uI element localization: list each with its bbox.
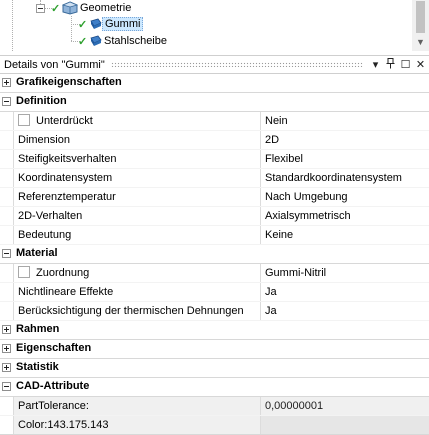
expand-icon[interactable] bbox=[2, 78, 11, 87]
property-name: Steifigkeitsverhalten bbox=[13, 150, 261, 168]
tree-connector bbox=[71, 16, 72, 41]
expand-icon[interactable] bbox=[2, 363, 11, 372]
property-name: Zuordnung bbox=[13, 264, 261, 282]
tree-node-geometrie[interactable]: ✓ Geometrie bbox=[51, 0, 133, 16]
panel-drag-grip[interactable] bbox=[110, 62, 363, 67]
property-row-nichtlineare-effekte[interactable]: Nichtlineare Effekte Ja bbox=[0, 283, 429, 302]
geometry-icon bbox=[62, 1, 78, 15]
property-value[interactable]: Standardkoordinatensystem bbox=[261, 169, 429, 187]
scrollbar-thumb[interactable] bbox=[416, 1, 425, 33]
property-value[interactable]: Axialsymmetrisch bbox=[261, 207, 429, 225]
property-name: Unterdrückt bbox=[13, 112, 261, 130]
close-icon[interactable]: ✕ bbox=[414, 58, 427, 71]
property-row-koordinatensystem[interactable]: Koordinatensystem Standardkoordinatensys… bbox=[0, 169, 429, 188]
property-value[interactable]: Ja bbox=[261, 302, 429, 320]
property-value[interactable]: Gummi-Nitril bbox=[261, 264, 429, 282]
property-name: Nichtlineare Effekte bbox=[13, 283, 261, 301]
geometry-tree: ✓ Geometrie ✓ Gummi ✓ Stahlscheibe ▼ bbox=[0, 0, 429, 51]
details-property-grid: Grafikeigenschaften Definition Unterdrüc… bbox=[0, 74, 429, 435]
category-label: Material bbox=[16, 247, 58, 259]
tree-node-label: Geometrie bbox=[80, 2, 132, 14]
category-label: Grafikeigenschaften bbox=[16, 76, 122, 88]
category-material[interactable]: Material bbox=[0, 245, 429, 264]
property-value[interactable]: Ja bbox=[261, 283, 429, 301]
property-name: PartTolerance: bbox=[13, 397, 261, 415]
property-row-thermische-dehnungen[interactable]: Berücksichtigung der thermischen Dehnung… bbox=[0, 302, 429, 321]
category-definition[interactable]: Definition bbox=[0, 93, 429, 112]
category-label: Rahmen bbox=[16, 323, 60, 335]
parameter-checkbox[interactable] bbox=[18, 114, 30, 126]
category-label: Statistik bbox=[16, 361, 59, 373]
tree-connector bbox=[12, 0, 13, 51]
collapse-icon[interactable] bbox=[2, 97, 11, 106]
parameter-checkbox[interactable] bbox=[18, 266, 30, 278]
property-row-bedeutung[interactable]: Bedeutung Keine bbox=[0, 226, 429, 245]
category-label: Eigenschaften bbox=[16, 342, 92, 354]
property-value: 0,00000001 bbox=[261, 397, 429, 415]
property-value[interactable]: Flexibel bbox=[261, 150, 429, 168]
check-icon: ✓ bbox=[78, 18, 88, 31]
property-name: Dimension bbox=[13, 131, 261, 149]
property-value[interactable]: Nach Umgebung bbox=[261, 188, 429, 206]
category-eigenschaften[interactable]: Eigenschaften bbox=[0, 340, 429, 359]
tree-node-label: Stahlscheibe bbox=[104, 35, 167, 47]
property-value[interactable]: Keine bbox=[261, 226, 429, 244]
category-grafikeigenschaften[interactable]: Grafikeigenschaften bbox=[0, 74, 429, 93]
expand-icon[interactable] bbox=[2, 325, 11, 334]
pin-icon[interactable] bbox=[384, 57, 397, 72]
collapse-icon[interactable] bbox=[2, 382, 11, 391]
body-icon bbox=[90, 35, 102, 46]
tree-node-label: Gummi bbox=[102, 17, 144, 31]
details-panel-header: Details von "Gummi" ▾ ☐ ✕ bbox=[0, 55, 429, 74]
category-label: CAD-Attribute bbox=[16, 380, 90, 392]
category-statistik[interactable]: Statistik bbox=[0, 359, 429, 378]
tree-node-gummi[interactable]: ✓ Gummi bbox=[78, 16, 144, 32]
panel-title: Details von "Gummi" bbox=[4, 58, 105, 71]
restore-icon[interactable]: ☐ bbox=[399, 58, 412, 71]
property-row-zuordnung[interactable]: Zuordnung Gummi-Nitril bbox=[0, 264, 429, 283]
property-row-2d-verhalten[interactable]: 2D-Verhalten Axialsymmetrisch bbox=[0, 207, 429, 226]
property-name: Referenztemperatur bbox=[13, 188, 261, 206]
category-cad-attribute[interactable]: CAD-Attribute bbox=[0, 378, 429, 397]
panel-menu-icon[interactable]: ▾ bbox=[369, 58, 382, 71]
property-name: Bedeutung bbox=[13, 226, 261, 244]
property-row-parttolerance[interactable]: PartTolerance: 0,00000001 bbox=[0, 397, 429, 416]
body-icon bbox=[90, 18, 102, 29]
tree-collapse-toggle[interactable] bbox=[36, 4, 45, 13]
collapse-icon[interactable] bbox=[2, 249, 11, 258]
property-value[interactable]: Nein bbox=[261, 112, 429, 130]
check-icon: ✓ bbox=[78, 35, 88, 48]
property-name: 2D-Verhalten bbox=[13, 207, 261, 225]
expand-icon[interactable] bbox=[2, 344, 11, 353]
property-row-dimension[interactable]: Dimension 2D bbox=[0, 131, 429, 150]
property-row-referenztemperatur[interactable]: Referenztemperatur Nach Umgebung bbox=[0, 188, 429, 207]
property-row-steifigkeitsverhalten[interactable]: Steifigkeitsverhalten Flexibel bbox=[0, 150, 429, 169]
scroll-down-icon[interactable]: ▼ bbox=[416, 37, 425, 47]
property-value[interactable]: 2D bbox=[261, 131, 429, 149]
tree-scrollbar[interactable]: ▼ bbox=[412, 0, 429, 51]
tree-node-stahlscheibe[interactable]: ✓ Stahlscheibe bbox=[78, 33, 169, 49]
category-label: Definition bbox=[16, 95, 67, 107]
check-icon: ✓ bbox=[51, 2, 61, 15]
property-row-unterdrueckt[interactable]: Unterdrückt Nein bbox=[0, 112, 429, 131]
property-name: Koordinatensystem bbox=[13, 169, 261, 187]
category-rahmen[interactable]: Rahmen bbox=[0, 321, 429, 340]
property-name: Berücksichtigung der thermischen Dehnung… bbox=[13, 302, 261, 320]
